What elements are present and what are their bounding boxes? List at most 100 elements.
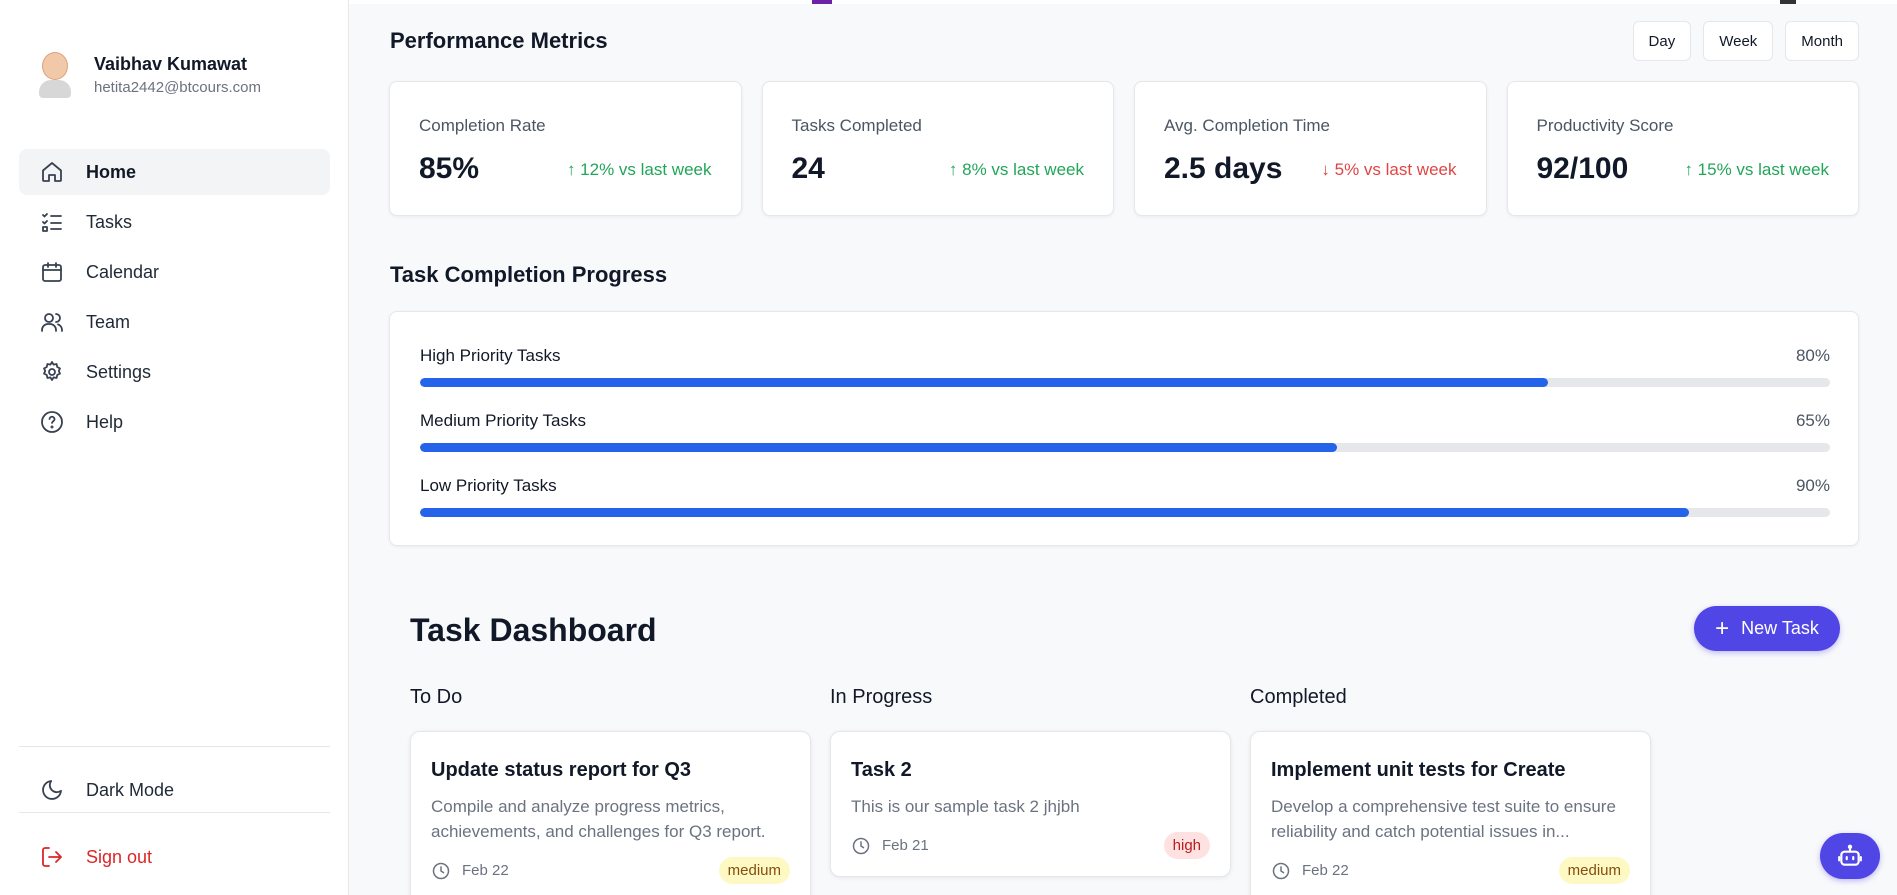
progress-value: 65% [1795, 411, 1830, 430]
metric-value: 24 [791, 152, 825, 185]
metric-label: Tasks Completed [791, 116, 922, 135]
metric-label: Completion Rate [419, 116, 546, 135]
dark-mode-label: Dark Mode [86, 779, 175, 800]
sidebar-item-home[interactable]: Home [19, 149, 330, 195]
sign-out-label: Sign out [86, 846, 153, 867]
sidebar-item-tasks[interactable]: Tasks [19, 199, 330, 245]
column-title-todo: To Do [410, 686, 463, 708]
task-description: Develop a comprehensive test suite to en… [1271, 797, 1616, 841]
column-title-completed: Completed [1250, 686, 1347, 708]
clock-icon [432, 862, 450, 879]
calendar-icon [42, 262, 62, 282]
sidebar-item-label: Help [86, 411, 124, 432]
priority-badge: high [1163, 832, 1210, 859]
range-day-button[interactable]: Day [1632, 21, 1692, 61]
sidebar-divider [19, 812, 330, 813]
task-title: Task 2 [851, 759, 912, 781]
task-date-text: Feb 22 [462, 862, 509, 879]
performance-title: Performance Metrics [390, 28, 608, 53]
sidebar-item-label: Tasks [86, 211, 133, 232]
dark-mode-toggle[interactable]: Dark Mode [40, 778, 174, 802]
progress-row-low: Low Priority Tasks 90% [420, 476, 1830, 517]
task-title: Update status report for Q3 [431, 759, 692, 781]
progress-track [420, 443, 1830, 452]
task-date: Feb 22 [431, 861, 509, 881]
task-card[interactable]: Implement unit tests for Create Develop … [1250, 731, 1651, 895]
task-description: This is our sample task 2 jhjbh [851, 797, 1080, 816]
sidebar-nav: Home Tasks Calendar Team Settings Help [19, 149, 330, 449]
metric-card-avg-completion-time: Avg. Completion Time 2.5 days ↓ 5% vs la… [1134, 81, 1487, 216]
metric-change: ↓ 5% vs last week [1321, 160, 1457, 179]
sign-out-button[interactable]: Sign out [40, 845, 152, 869]
sign-out-icon [42, 847, 62, 867]
progress-row-medium: Medium Priority Tasks 65% [420, 411, 1830, 452]
task-footer: Feb 21 high [851, 832, 1210, 859]
metric-card-productivity-score: Productivity Score 92/100 ↑ 15% vs last … [1506, 81, 1859, 216]
main-content: Performance Metrics Day Week Month Compl… [350, 0, 1897, 895]
metric-value: 2.5 days [1164, 152, 1283, 185]
new-task-label: New Task [1741, 618, 1819, 638]
task-title: Implement unit tests for Create [1271, 759, 1566, 781]
task-footer: Feb 22 medium [1271, 857, 1630, 884]
task-footer: Feb 22 medium [431, 857, 790, 884]
metric-value: 85% [419, 152, 480, 185]
metric-label: Avg. Completion Time [1164, 116, 1330, 135]
gear-icon [43, 361, 61, 381]
sidebar-item-label: Team [86, 311, 131, 332]
user-name: Vaibhav Kumawat [94, 54, 248, 74]
task-date-text: Feb 21 [882, 837, 929, 854]
sidebar: Vaibhav Kumawat hetita2442@btcours.com H… [0, 0, 349, 895]
new-task-button[interactable]: + New Task [1694, 606, 1840, 651]
progress-fill [420, 378, 1548, 387]
progress-label: High Priority Tasks [420, 346, 561, 365]
metric-change: ↑ 8% vs last week [948, 160, 1084, 179]
progress-fill [420, 508, 1689, 517]
user-profile[interactable]: Vaibhav Kumawat hetita2442@btcours.com [36, 50, 261, 100]
clock-icon [852, 837, 870, 854]
task-card[interactable]: Update status report for Q3 Compile and … [410, 731, 811, 895]
sidebar-item-label: Settings [86, 361, 152, 382]
home-icon [42, 162, 62, 182]
progress-track [420, 508, 1830, 517]
clock-icon [1272, 862, 1290, 879]
dashboard-title: Task Dashboard [410, 612, 657, 648]
task-date: Feb 22 [1271, 861, 1349, 881]
metrics-row: Completion Rate 85% ↑ 12% vs last week T… [389, 81, 1859, 216]
priority-badge: medium [718, 857, 790, 884]
progress-card: High Priority Tasks 80% Medium Priority … [389, 311, 1859, 546]
user-email: hetita2442@btcours.com [94, 79, 261, 96]
time-range-selector: Day Week Month [1632, 21, 1859, 61]
moon-icon [42, 780, 62, 800]
metric-change: ↑ 15% vs last week [1684, 160, 1829, 179]
progress-label: Low Priority Tasks [420, 476, 557, 495]
sidebar-item-team[interactable]: Team [19, 299, 330, 345]
progress-title: Task Completion Progress [390, 262, 668, 287]
progress-value: 90% [1795, 476, 1830, 495]
sidebar-divider [19, 746, 330, 747]
range-week-button[interactable]: Week [1703, 21, 1774, 61]
progress-row-high: High Priority Tasks 80% [420, 346, 1830, 387]
sidebar-item-help[interactable]: Help [19, 399, 330, 445]
sidebar-item-label: Calendar [86, 261, 160, 282]
sidebar-item-settings[interactable]: Settings [19, 349, 330, 395]
task-date-text: Feb 22 [1302, 862, 1349, 879]
priority-badge: medium [1558, 857, 1630, 884]
metric-change: ↑ 12% vs last week [566, 160, 712, 179]
task-date: Feb 21 [851, 836, 929, 856]
metric-label: Productivity Score [1536, 116, 1674, 135]
metric-value: 92/100 [1536, 152, 1629, 185]
progress-value: 80% [1795, 346, 1830, 365]
progress-fill [420, 443, 1337, 452]
task-description: Compile and analyze progress metrics, ac… [431, 797, 766, 841]
sidebar-item-calendar[interactable]: Calendar [19, 249, 330, 295]
metric-card-completion-rate: Completion Rate 85% ↑ 12% vs last week [389, 81, 742, 216]
sidebar-item-label: Home [86, 161, 137, 182]
robot-icon [1838, 844, 1862, 866]
range-month-button[interactable]: Month [1785, 21, 1859, 61]
column-title-in-progress: In Progress [830, 686, 933, 708]
task-card[interactable]: Task 2 This is our sample task 2 jhjbh F… [830, 731, 1231, 877]
help-icon [41, 411, 63, 433]
assistant-button[interactable] [1820, 833, 1880, 879]
progress-label: Medium Priority Tasks [420, 411, 586, 430]
progress-track [420, 378, 1830, 387]
